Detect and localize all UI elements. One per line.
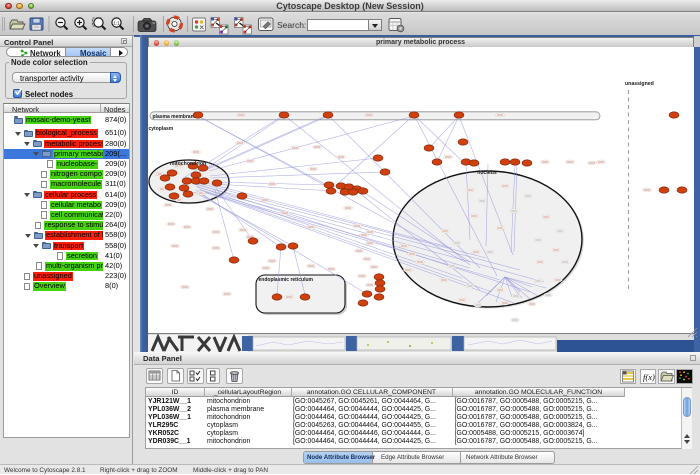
- svg-text:nucleus: nucleus: [477, 170, 497, 176]
- svg-text:mitochondrion: mitochondrion: [170, 161, 206, 167]
- svg-text:1:1: 1:1: [113, 21, 120, 26]
- svg-text:endoplasmic reticulum: endoplasmic reticulum: [259, 277, 314, 283]
- svg-text:cytoplasm: cytoplasm: [149, 126, 174, 132]
- svg-text:plasma membrane: plasma membrane: [153, 114, 197, 120]
- svg-text:unassigned: unassigned: [625, 81, 654, 87]
